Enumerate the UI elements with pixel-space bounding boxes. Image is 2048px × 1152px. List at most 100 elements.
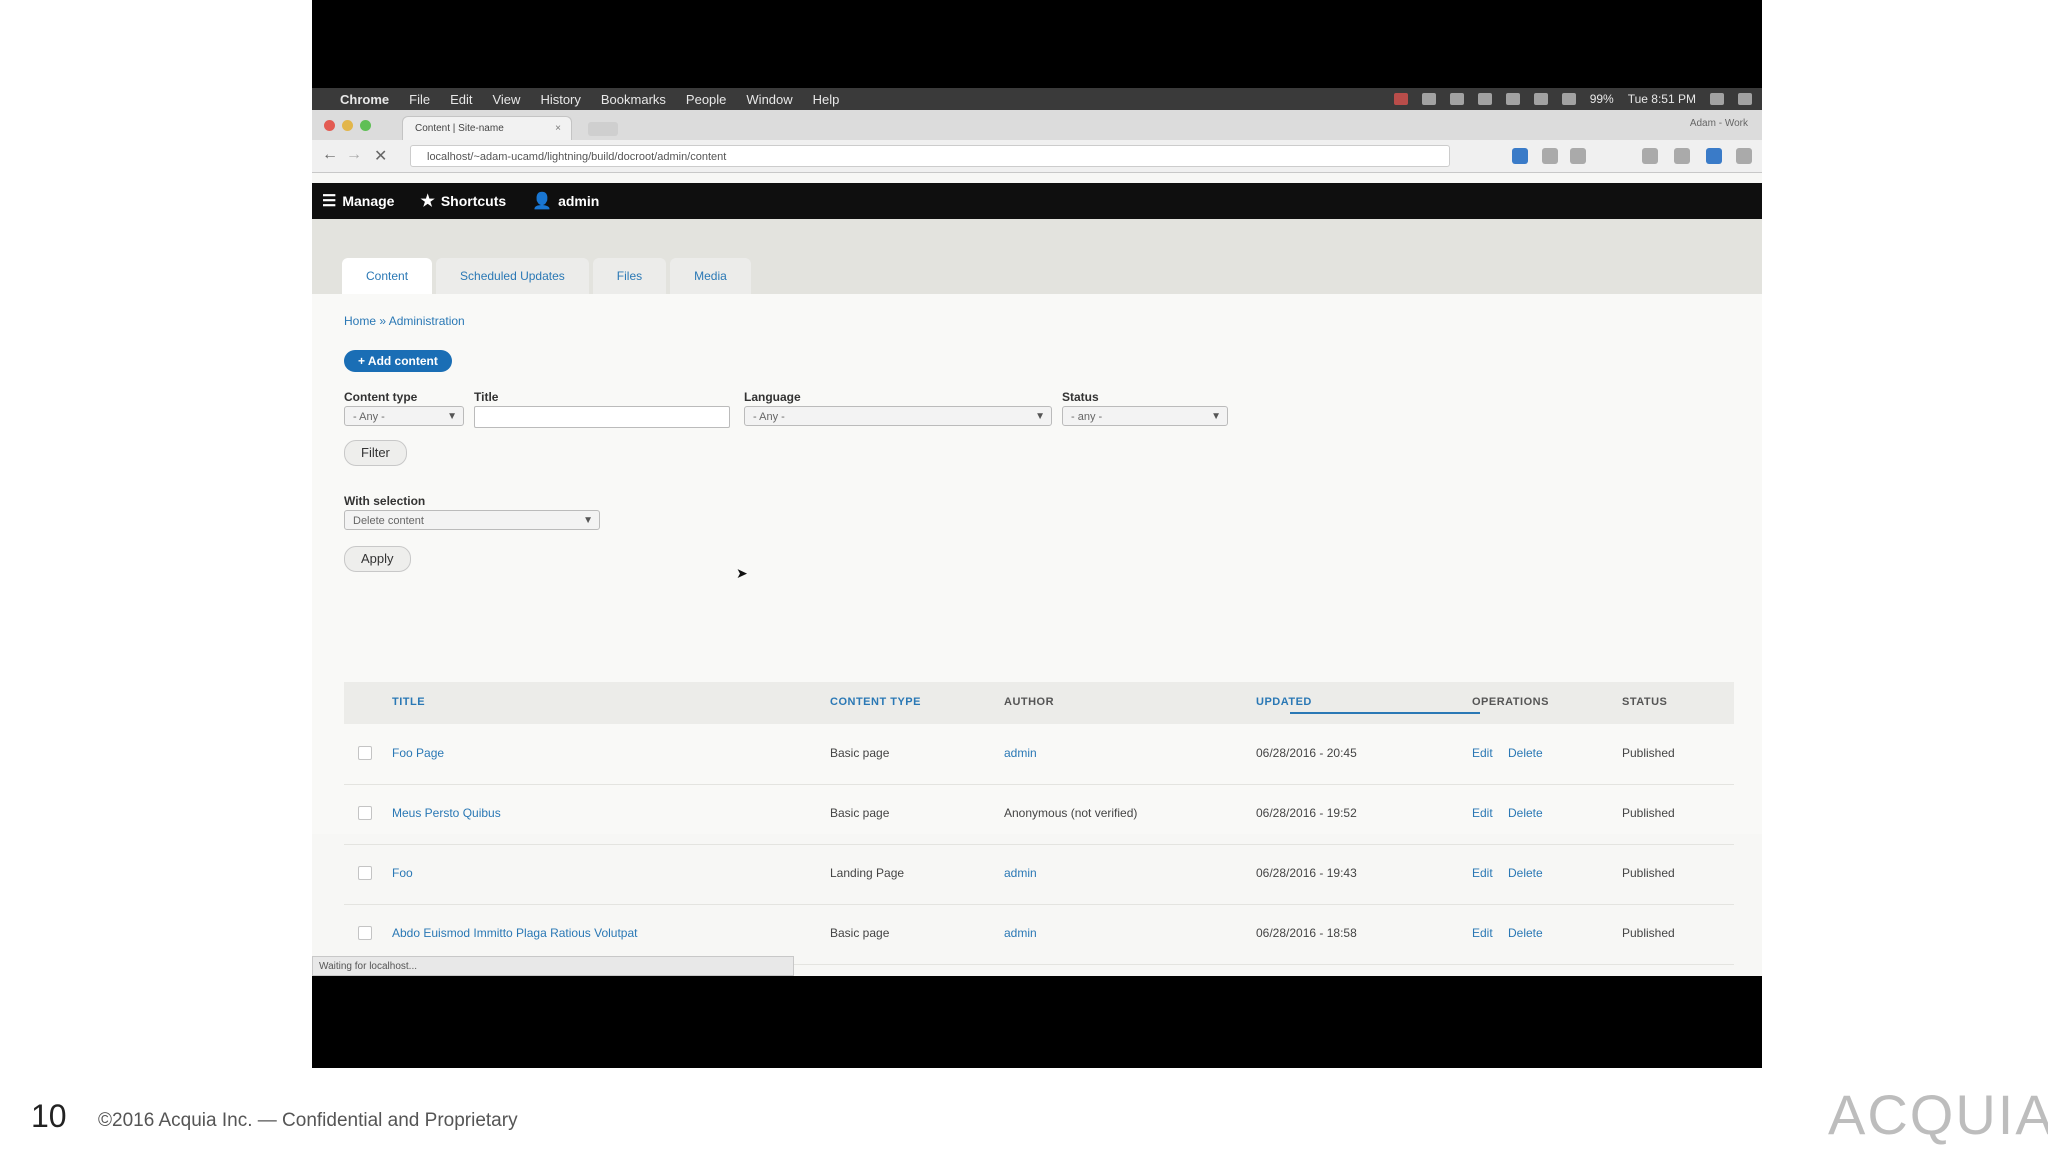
shortcuts-menu[interactable]: ★ Shortcuts [420, 191, 506, 211]
title-input[interactable] [474, 406, 730, 428]
table-row: Foo Page Basic page admin 06/28/2016 - 2… [344, 724, 1734, 785]
browser-tab[interactable]: Content | Site-name × [402, 116, 572, 140]
chevron-down-icon: ▼ [583, 515, 593, 526]
menu-history[interactable]: History [540, 92, 580, 107]
language-value: - Any - [753, 411, 785, 423]
column-content-type[interactable]: CONTENT TYPE [830, 696, 921, 708]
profile-name[interactable]: Adam - Work [1690, 118, 1748, 129]
add-content-button[interactable]: + Add content [344, 350, 452, 372]
row-checkbox[interactable] [358, 926, 372, 940]
row-type: Basic page [830, 926, 890, 940]
row-delete-link[interactable]: Delete [1508, 866, 1543, 880]
column-operations: OPERATIONS [1472, 696, 1549, 708]
drupal-admin-toolbar: ☰ Manage ★ Shortcuts 👤 admin [312, 183, 1762, 219]
copyright-text: ©2016 Acquia Inc. — Confidential and Pro… [98, 1110, 518, 1131]
url-bar[interactable]: localhost/~adam-ucamd/lightning/build/do… [410, 145, 1450, 167]
notification-center-icon[interactable] [1738, 93, 1752, 105]
column-title[interactable]: TITLE [392, 696, 425, 708]
record-icon[interactable] [1393, 93, 1408, 105]
extension-icon[interactable] [1570, 148, 1586, 164]
tray-icon[interactable] [1449, 93, 1464, 105]
extension-icon[interactable] [1642, 148, 1658, 164]
stop-icon[interactable]: ✕ [374, 146, 387, 166]
browser-tabstrip: Content | Site-name × Adam - Work [312, 110, 1762, 140]
breadcrumb[interactable]: Home » Administration [344, 314, 465, 328]
close-tab-icon[interactable]: × [555, 117, 561, 141]
row-updated: 06/28/2016 - 19:52 [1256, 806, 1357, 820]
row-author[interactable]: admin [1004, 746, 1037, 760]
row-edit-link[interactable]: Edit [1472, 926, 1493, 940]
minimize-window-icon[interactable] [342, 120, 353, 131]
tab-scheduled-updates[interactable]: Scheduled Updates [436, 258, 589, 294]
row-checkbox[interactable] [358, 806, 372, 820]
menu-bookmarks[interactable]: Bookmarks [601, 92, 666, 107]
with-selection-label: With selection [344, 494, 426, 508]
user-menu[interactable]: 👤 admin [532, 191, 599, 211]
extension-icon[interactable] [1674, 148, 1690, 164]
tab-files[interactable]: Files [592, 258, 667, 294]
extension-icon[interactable] [1512, 148, 1528, 164]
row-delete-link[interactable]: Delete [1508, 746, 1543, 760]
tray-icon[interactable] [1421, 93, 1436, 105]
row-title[interactable]: Meus Persto Quibus [392, 806, 501, 820]
spotlight-search-icon[interactable] [1710, 93, 1724, 105]
row-title[interactable]: Foo [392, 866, 413, 880]
close-window-icon[interactable] [324, 120, 335, 131]
filter-button[interactable]: Filter [344, 440, 407, 466]
new-tab-button[interactable] [588, 122, 618, 136]
manage-label: Manage [342, 193, 395, 209]
row-edit-link[interactable]: Edit [1472, 806, 1493, 820]
row-author: Anonymous (not verified) [1004, 806, 1138, 820]
row-title[interactable]: Foo Page [392, 746, 444, 760]
clock[interactable]: Tue 8:51 PM [1628, 92, 1696, 106]
bulk-action-select[interactable]: Delete content ▼ [344, 510, 600, 530]
airplay-icon[interactable] [1505, 93, 1520, 105]
bulk-action-value: Delete content [353, 515, 424, 527]
primary-tabs: Content Scheduled Updates Files Media [342, 258, 751, 294]
row-edit-link[interactable]: Edit [1472, 746, 1493, 760]
language-select[interactable]: - Any - ▼ [744, 406, 1052, 426]
back-icon[interactable]: ← [322, 146, 338, 164]
content-type-value: - Any - [353, 411, 385, 423]
row-delete-link[interactable]: Delete [1508, 806, 1543, 820]
extension-icon[interactable] [1542, 148, 1558, 164]
tab-content[interactable]: Content [342, 258, 433, 294]
column-updated[interactable]: UPDATED [1256, 696, 1312, 708]
maximize-window-icon[interactable] [360, 120, 371, 131]
forward-icon[interactable]: → [346, 146, 362, 164]
status-label: Status [1062, 390, 1099, 404]
menu-window[interactable]: Window [746, 92, 792, 107]
url-text: localhost/~adam-ucamd/lightning/build/do… [427, 151, 727, 163]
row-delete-link[interactable]: Delete [1508, 926, 1543, 940]
tray-icon[interactable] [1477, 93, 1492, 105]
row-title[interactable]: Abdo Euismod Immitto Plaga Ratious Volut… [392, 926, 637, 940]
status-select[interactable]: - any - ▼ [1062, 406, 1228, 426]
menu-view[interactable]: View [492, 92, 520, 107]
battery-percent: 99% [1589, 92, 1614, 106]
tab-media[interactable]: Media [670, 258, 751, 294]
apply-button[interactable]: Apply [344, 546, 411, 572]
menu-help[interactable]: Help [813, 92, 840, 107]
row-author[interactable]: admin [1004, 926, 1037, 940]
user-label: admin [558, 193, 600, 209]
menu-chrome[interactable]: Chrome [340, 92, 389, 107]
menu-file[interactable]: File [409, 92, 430, 107]
content-type-select[interactable]: - Any - ▼ [344, 406, 464, 426]
manage-menu[interactable]: ☰ Manage [322, 191, 394, 211]
sync-icon[interactable] [1706, 148, 1722, 164]
shortcuts-label: Shortcuts [440, 193, 507, 209]
row-type: Landing Page [830, 866, 905, 880]
row-edit-link[interactable]: Edit [1472, 866, 1493, 880]
volume-icon[interactable] [1533, 93, 1548, 105]
row-author[interactable]: admin [1004, 866, 1037, 880]
menubar-tray: 99% Tue 8:51 PM [1393, 88, 1752, 110]
title-label: Title [474, 390, 499, 404]
row-type: Basic page [830, 746, 890, 760]
menu-icon[interactable] [1736, 148, 1752, 164]
row-checkbox[interactable] [358, 746, 372, 760]
menu-people[interactable]: People [686, 92, 726, 107]
row-checkbox[interactable] [358, 866, 372, 880]
chevron-down-icon: ▼ [1211, 411, 1221, 422]
menu-edit[interactable]: Edit [450, 92, 472, 107]
wifi-icon[interactable] [1561, 93, 1576, 105]
